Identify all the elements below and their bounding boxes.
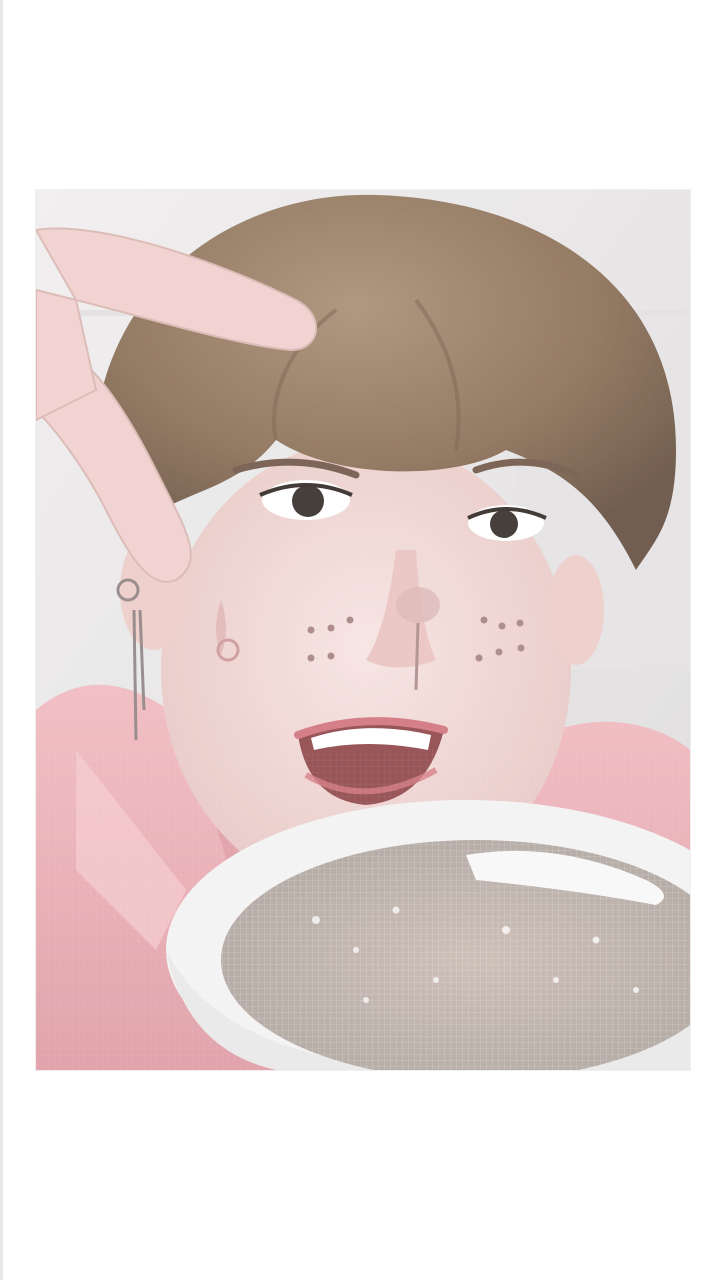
photo-frame — [36, 190, 690, 1070]
page — [0, 0, 720, 1280]
selfie-photo — [36, 190, 690, 1070]
page-edge-line — [0, 0, 3, 1280]
